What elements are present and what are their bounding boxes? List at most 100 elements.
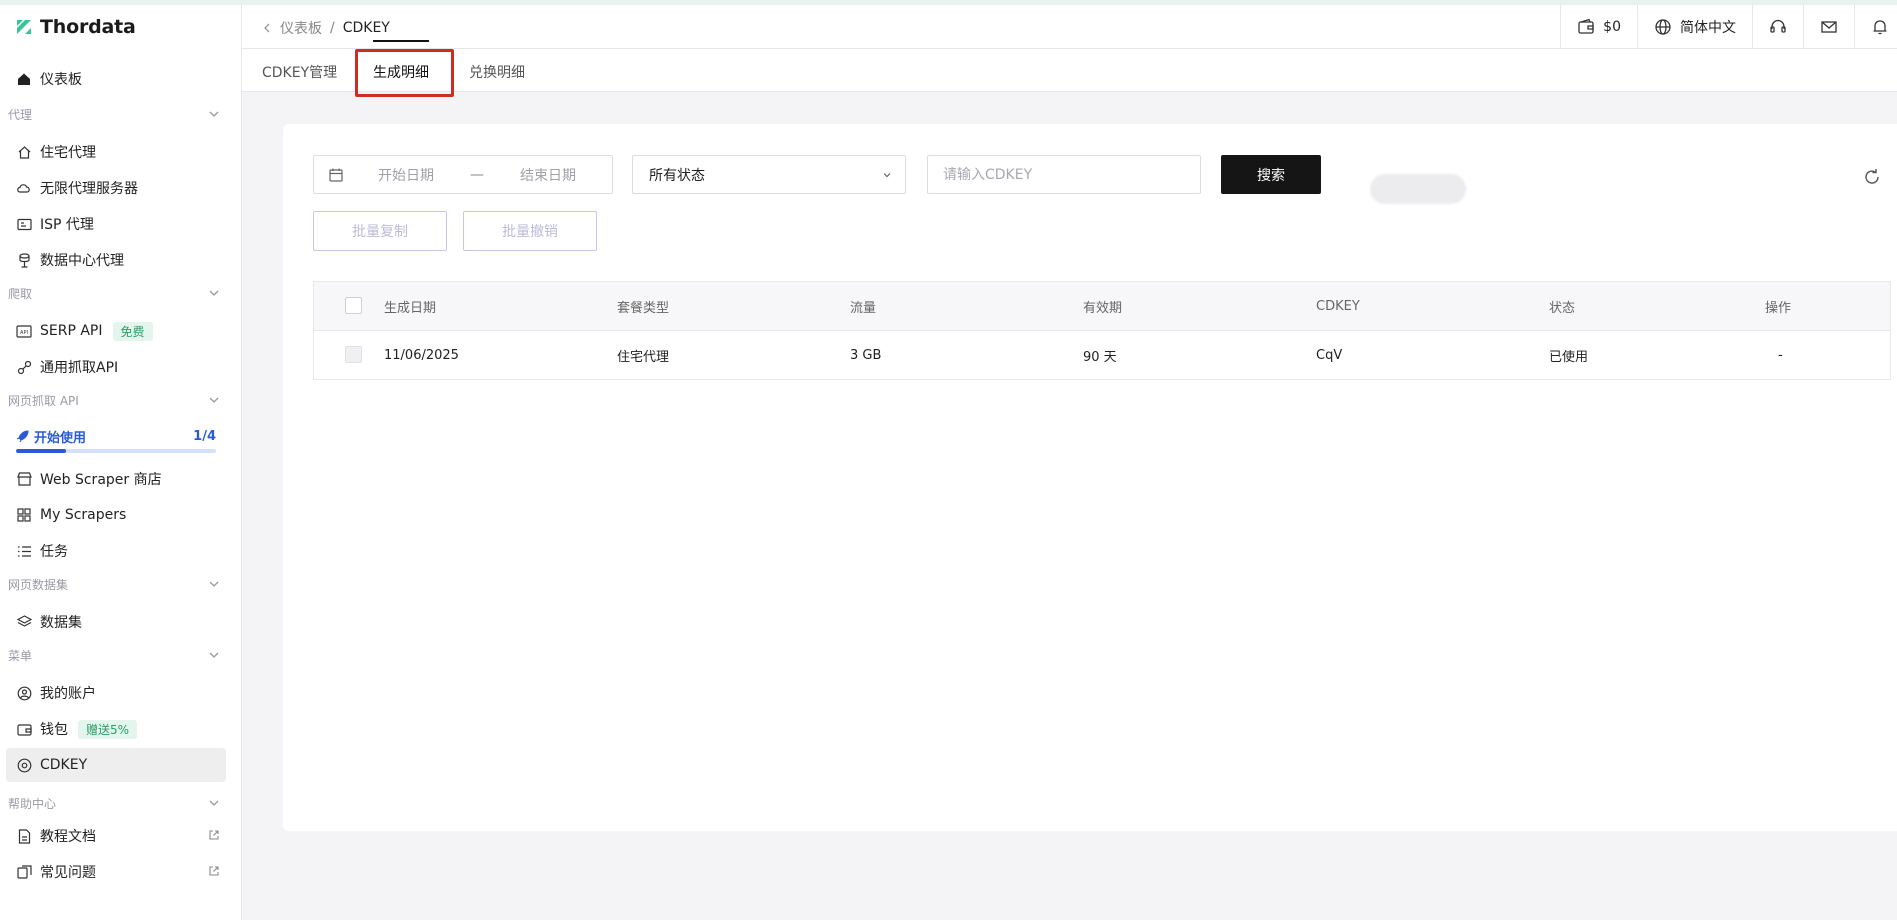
sidebar-item-label: 教程文档 <box>40 829 96 845</box>
table-header: 生成日期 套餐类型 流量 有效期 CDKEY 状态 操作 <box>314 282 1890 331</box>
section-web-scraping-api[interactable]: 网页抓取 API <box>8 390 220 410</box>
cdkey-search-input[interactable] <box>927 155 1201 194</box>
section-proxy[interactable]: 代理 <box>8 104 220 124</box>
start-date-field[interactable]: 开始日期 <box>378 165 434 185</box>
chevron-down-icon <box>209 290 219 296</box>
column-header: 有效期 <box>1083 300 1123 316</box>
cell-date: 11/06/2025 <box>384 347 459 363</box>
language-selector[interactable]: 简体中文 <box>1637 5 1752 48</box>
sidebar-item-dashboard[interactable]: 仪表板 <box>6 62 226 96</box>
sidebar-item-serp[interactable]: API SERP API 免费 <box>6 314 226 348</box>
column-header: 状态 <box>1549 300 1576 316</box>
tab-cdkey-management[interactable]: CDKEY管理 <box>262 62 337 82</box>
section-label: 代理 <box>8 107 33 122</box>
getting-started-progress <box>16 449 216 453</box>
status-select[interactable]: 所有状态 <box>632 155 906 194</box>
section-web-datasets[interactable]: 网页数据集 <box>8 574 220 594</box>
sidebar-item-label: SERP API <box>40 323 103 339</box>
search-button[interactable]: 搜索 <box>1221 155 1321 194</box>
column-header: 流量 <box>850 300 877 316</box>
sidebar-item-scraper-store[interactable]: Web Scraper 商店 <box>6 462 226 496</box>
breadcrumb: 仪表板 / CDKEY <box>262 18 390 38</box>
bonus-badge: 赠送5% <box>78 719 138 739</box>
api-icon: API <box>16 323 32 339</box>
row-checkbox[interactable] <box>345 346 362 363</box>
sidebar-item-label: My Scrapers <box>40 507 127 523</box>
back-chevron-icon[interactable] <box>262 22 272 34</box>
sidebar-item-label: 常见问题 <box>40 865 96 881</box>
section-scrape[interactable]: 爬取 <box>8 283 220 303</box>
cell-cdkey: CqV <box>1316 347 1343 363</box>
table-row[interactable]: 11/06/2025 住宅代理 3 GB 90 天 CqV 已使用 - <box>314 331 1890 379</box>
sidebar-item-label: 我的账户 <box>40 686 96 702</box>
select-all-checkbox[interactable] <box>345 297 362 314</box>
sidebar-item-account[interactable]: 我的账户 <box>6 676 226 710</box>
bell-icon <box>1873 19 1887 34</box>
content-card: 开始日期 — 结束日期 所有状态 搜索 批量复制 批量撤销 生成日期 套餐类型 … <box>283 124 1897 831</box>
tab-bar: CDKEY管理 生成明细 兑换明细 <box>242 49 1897 92</box>
cell-status: 已使用 <box>1549 349 1589 365</box>
messages-button[interactable] <box>1803 5 1854 48</box>
chevron-down-icon <box>209 397 219 403</box>
balance-value: $0 <box>1603 18 1621 35</box>
getting-started-label: 开始使用 <box>34 431 87 446</box>
cloud-icon <box>16 180 32 196</box>
support-button[interactable] <box>1752 5 1803 48</box>
sidebar-item-docs[interactable]: 教程文档 <box>6 819 226 853</box>
free-badge: 免费 <box>112 321 153 341</box>
sidebar-item-unlimited[interactable]: 无限代理服务器 <box>6 171 226 205</box>
sidebar-item-label: 无限代理服务器 <box>40 181 138 197</box>
section-help[interactable]: 帮助中心 <box>8 793 220 813</box>
header-actions: $0 简体中文 <box>1560 5 1897 48</box>
link-icon <box>16 359 32 375</box>
sidebar-item-label: ISP 代理 <box>40 217 94 233</box>
breadcrumb-dashboard[interactable]: 仪表板 <box>280 18 322 38</box>
section-label: 菜单 <box>8 648 33 663</box>
getting-started[interactable]: 开始使用 1/4 <box>16 427 216 446</box>
sidebar-item-datacenter[interactable]: 数据中心代理 <box>6 243 226 277</box>
batch-revoke-button[interactable]: 批量撤销 <box>463 211 597 251</box>
balance-button[interactable]: $0 <box>1560 5 1637 48</box>
chevron-down-icon <box>209 652 219 658</box>
notifications-button[interactable] <box>1854 5 1897 48</box>
sidebar-item-tasks[interactable]: 任务 <box>6 534 226 568</box>
sidebar-item-cdkey[interactable]: CDKEY <box>6 748 226 782</box>
chevron-down-icon <box>209 800 219 806</box>
home-icon <box>16 71 32 87</box>
tab-redemption-details[interactable]: 兑换明细 <box>469 62 525 82</box>
external-link-icon <box>209 866 219 876</box>
faq-icon <box>16 864 32 880</box>
section-menu[interactable]: 菜单 <box>8 645 220 665</box>
section-label: 爬取 <box>8 286 33 301</box>
sidebar-item-my-scrapers[interactable]: My Scrapers <box>6 498 226 532</box>
column-header: 操作 <box>1765 300 1792 316</box>
sidebar-item-dataset[interactable]: 数据集 <box>6 605 226 639</box>
brand-logo[interactable]: Thordata <box>14 16 136 38</box>
end-date-field[interactable]: 结束日期 <box>520 165 576 185</box>
batch-copy-button[interactable]: 批量复制 <box>313 211 447 251</box>
tab-generation-details[interactable]: 生成明细 <box>373 62 429 82</box>
top-header: 仪表板 / CDKEY $0 简体中文 <box>242 5 1897 49</box>
database-icon <box>16 252 32 268</box>
sidebar-item-residential[interactable]: 住宅代理 <box>6 135 226 169</box>
brand-name: Thordata <box>40 16 136 38</box>
sidebar-item-wallet[interactable]: 钱包 赠送5% <box>6 712 226 746</box>
rocket-icon <box>16 430 29 443</box>
section-label: 网页抓取 API <box>8 393 79 408</box>
store-icon <box>16 471 32 487</box>
sidebar-item-faq[interactable]: 常见问题 <box>6 855 226 889</box>
wallet-icon <box>1578 18 1594 34</box>
active-tab-indicator <box>373 40 429 42</box>
sidebar-item-universal-api[interactable]: 通用抓取API <box>6 350 226 384</box>
user-circle-icon <box>16 685 32 701</box>
sidebar-item-label: 任务 <box>40 544 68 560</box>
refresh-icon[interactable] <box>1862 167 1882 187</box>
sidebar-item-isp[interactable]: ISP 代理 <box>6 207 226 241</box>
chevron-down-icon <box>883 172 891 177</box>
thordata-logo-icon <box>17 20 31 34</box>
getting-started-count: 1/4 <box>193 429 216 444</box>
sidebar-item-label: 数据集 <box>40 615 82 631</box>
sidebar-item-label: 住宅代理 <box>40 145 96 161</box>
date-range-picker[interactable]: 开始日期 — 结束日期 <box>313 155 613 194</box>
section-label: 帮助中心 <box>8 796 57 811</box>
